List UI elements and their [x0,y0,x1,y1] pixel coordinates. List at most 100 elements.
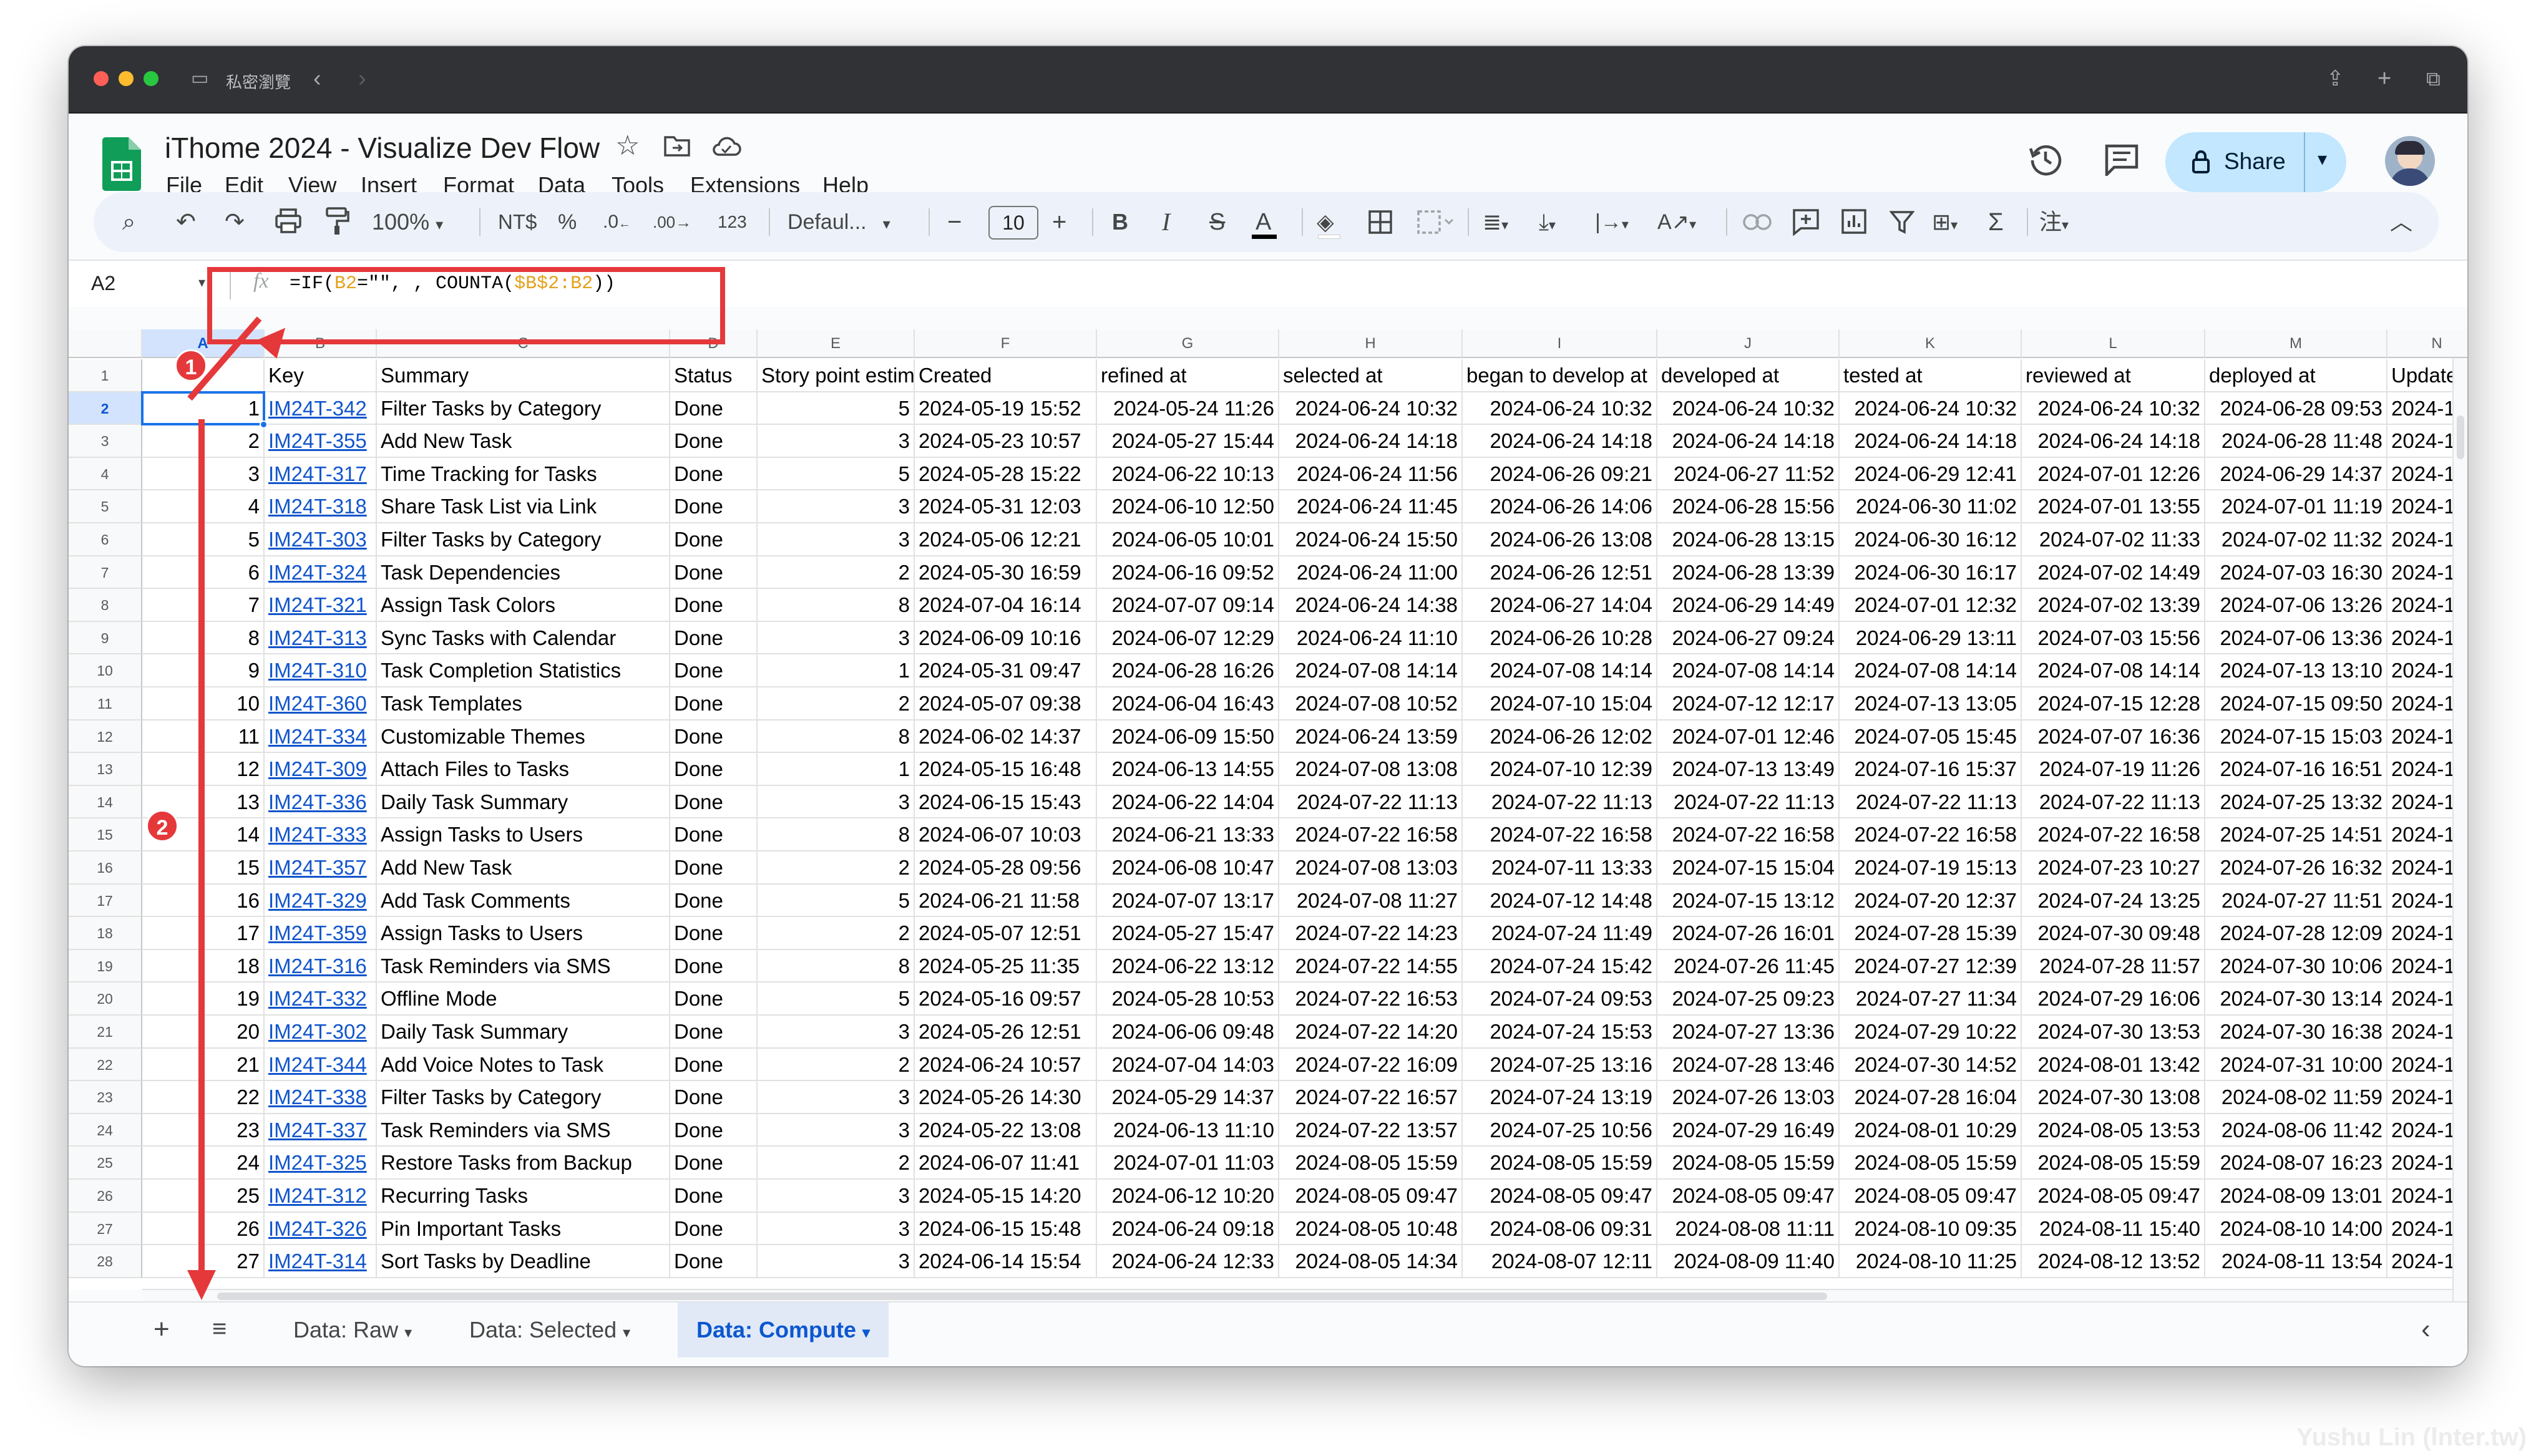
table-cell[interactable]: 2024-07-22 16:57 [1279,1081,1463,1114]
issue-key-link[interactable]: IM24T-309 [268,757,367,780]
increase-decimal-icon[interactable]: .00→ [653,205,691,240]
table-cell[interactable]: 2024-07-08 13:08 [1279,753,1463,786]
table-cell[interactable]: 2024-07-01 12:46 [1657,720,1840,754]
table-cell[interactable]: 2024-05-07 09:38 [915,687,1097,721]
table-cell[interactable]: 2024-07-19 15:13 [1840,852,2022,885]
paint-format-icon[interactable] [324,206,349,236]
text-wrapping-icon[interactable]: |→▾ [1595,205,1629,240]
row-header[interactable]: 24 [69,1114,142,1147]
table-cell[interactable]: 2024-07-31 10:00 [2205,1048,2387,1082]
table-cell[interactable]: 2024-07-30 09:48 [2022,917,2205,950]
table-cell[interactable]: 2024-06-02 14:37 [915,720,1097,754]
table-cell[interactable]: Time Tracking for Tasks [377,457,670,491]
table-cell[interactable]: 2024-07-24 13:19 [1463,1081,1657,1114]
table-cell[interactable]: 2024-05-31 09:47 [915,654,1097,687]
tab-data-compute[interactable]: Data: Compute ▾ [678,1303,889,1357]
table-cell[interactable]: 2024-07-03 16:30 [2205,556,2387,590]
bold-icon[interactable]: B [1112,205,1128,240]
issue-key-link[interactable]: IM24T-355 [268,429,367,452]
sheets-logo-icon[interactable] [102,137,141,191]
table-cell[interactable]: 8 [758,949,915,983]
table-cell[interactable]: 2024-08-10 09:35 [1840,1212,2022,1246]
header-cell[interactable]: Created [915,359,1097,392]
table-cell[interactable]: Add Voice Notes to Task [377,1048,670,1082]
table-cell[interactable]: 2024-07-22 11:13 [2022,785,2205,819]
table-cell[interactable]: 2024-07-10 15:04 [1463,687,1657,721]
table-cell[interactable]: 2024-06-14 15:54 [915,1245,1097,1278]
table-cell[interactable]: 2024-07-06 13:36 [2205,621,2387,655]
horizontal-align-icon[interactable]: ≣▾ [1483,205,1508,240]
table-cell[interactable]: 2024-07-28 16:04 [1840,1081,2022,1114]
table-cell[interactable]: 5 [758,392,915,425]
table-cell[interactable]: 2024-07-02 11:33 [2022,523,2205,556]
version-history-icon[interactable] [2027,141,2063,177]
table-cell[interactable]: 2024-07-08 14:14 [1840,654,2022,687]
table-cell[interactable]: 2024-07-27 13:36 [1657,1016,1840,1049]
table-cell[interactable]: 2024-07-19 11:26 [2022,753,2205,786]
table-cell[interactable]: 2024-07-28 15:39 [1840,917,2022,950]
table-cell[interactable]: 2024-06-09 15:50 [1097,720,1279,754]
table-cell[interactable]: 2024-07-29 10:22 [1840,1016,2022,1049]
fill-color-icon[interactable]: ◈ [1317,205,1340,240]
table-cell[interactable]: IM24T-303 [265,523,377,556]
row-header[interactable]: 15 [69,818,142,852]
share-page-icon[interactable]: ⇪ [2326,66,2344,91]
tab-overview-icon[interactable]: ⧉ [2426,66,2441,91]
table-cell[interactable]: 2024-05-16 09:57 [915,983,1097,1016]
collapse-menus-icon[interactable]: ︿ [2390,205,2412,240]
table-cell[interactable]: Done [670,884,758,918]
close-window-button[interactable] [94,71,109,86]
row-header[interactable]: 6 [69,523,142,556]
row-header[interactable]: 23 [69,1081,142,1114]
table-cell[interactable]: 2024-06-12 10:20 [1097,1180,1279,1213]
table-cell[interactable]: 2024-07-24 15:53 [1463,1016,1657,1049]
table-cell[interactable]: 2024-07-27 12:39 [1840,949,2022,983]
table-cell[interactable]: 2024-05-26 12:51 [915,1016,1097,1049]
input-tools-icon[interactable]: 注▾ [2039,205,2069,240]
table-cell[interactable]: 2024-06-24 14:18 [2022,425,2205,458]
table-cell[interactable]: 2024-07-24 15:42 [1463,949,1657,983]
table-cell[interactable]: 2024-07-08 14:14 [1463,654,1657,687]
table-cell[interactable]: 2024-06-24 15:50 [1279,523,1463,556]
table-cell[interactable]: IM24T-312 [265,1180,377,1213]
table-cell[interactable]: 2024-07-10 12:39 [1463,753,1657,786]
table-cell[interactable]: Done [670,1016,758,1049]
table-cell[interactable]: IM24T-302 [265,1016,377,1049]
table-cell[interactable]: 2 [758,1147,915,1180]
table-cell[interactable]: 2024-05-07 12:51 [915,917,1097,950]
table-cell[interactable]: Task Dependencies [377,556,670,590]
table-cell[interactable]: 2024-05-15 14:20 [915,1180,1097,1213]
table-cell[interactable]: 2024-08-06 11:42 [2205,1114,2387,1147]
issue-key-link[interactable]: IM24T-314 [268,1250,367,1273]
column-header-e[interactable]: E [758,329,915,358]
table-cell[interactable]: 2024-06-28 16:26 [1097,654,1279,687]
table-cell[interactable]: 2024-08-10 14:00 [2205,1212,2387,1246]
table-cell[interactable]: Done [670,917,758,950]
table-cell[interactable]: 2 [758,556,915,590]
percent-format-button[interactable]: % [558,205,577,240]
table-cell[interactable]: 2024-06-28 11:48 [2205,425,2387,458]
table-cell[interactable]: 2 [758,1048,915,1082]
table-cell[interactable]: Recurring Tasks [377,1180,670,1213]
table-cell[interactable]: 2024-07-01 11:03 [1097,1147,1279,1180]
issue-key-link[interactable]: IM24T-325 [268,1151,367,1174]
table-cell[interactable]: 2024-05-29 14:37 [1097,1081,1279,1114]
table-cell[interactable]: 2024-07-07 09:14 [1097,589,1279,622]
table-cell[interactable]: 2024-05-25 11:35 [915,949,1097,983]
table-cell[interactable]: Task Reminders via SMS [377,949,670,983]
table-cell[interactable]: 2024-05-06 12:21 [915,523,1097,556]
table-cell[interactable]: 2024-08-05 14:34 [1279,1245,1463,1278]
table-cell[interactable]: Done [670,1114,758,1147]
row-header[interactable]: 5 [69,490,142,523]
table-cell[interactable]: IM24T-325 [265,1147,377,1180]
header-cell[interactable]: Summary [377,359,670,392]
row-header[interactable]: 9 [69,621,142,655]
row-header[interactable]: 14 [69,785,142,819]
table-cell[interactable]: Done [670,785,758,819]
row-header[interactable]: 26 [69,1180,142,1213]
table-cell[interactable]: 2024-07-22 13:57 [1279,1114,1463,1147]
table-cell[interactable]: 2024-06-24 10:57 [915,1048,1097,1082]
table-cell[interactable]: 2024-07-27 11:34 [1840,983,2022,1016]
column-header-f[interactable]: F [915,329,1097,358]
table-cell[interactable]: Done [670,1048,758,1082]
